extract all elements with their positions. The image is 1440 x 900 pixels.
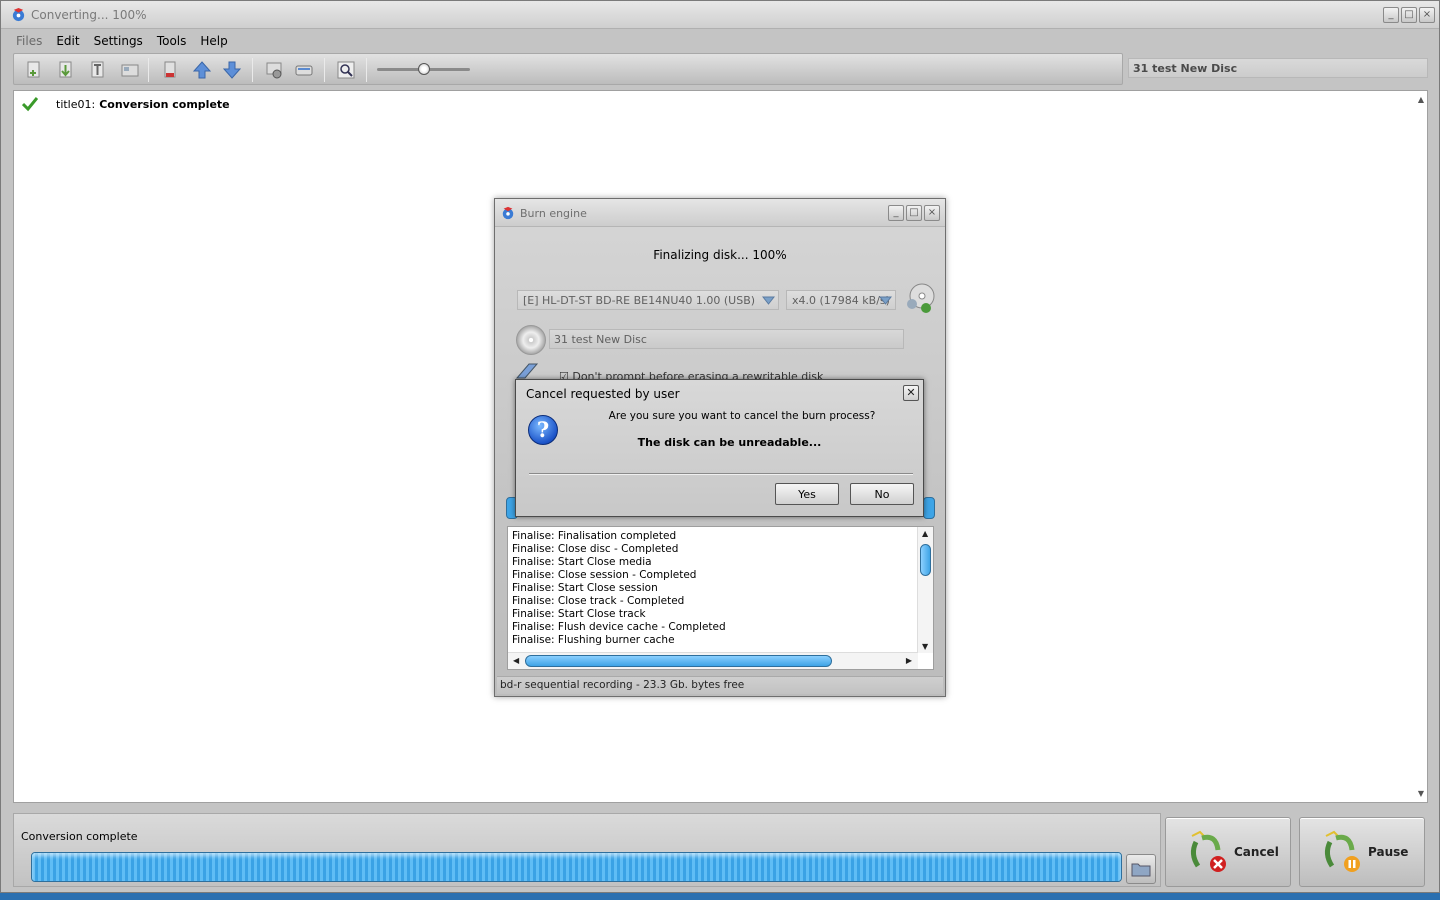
burn-progress-text: Finalizing disk... 100% <box>653 248 787 262</box>
log-line: Finalise: Close track - Completed <box>512 595 685 607</box>
scroll-down-arrow-icon[interactable]: ▼ <box>922 642 928 651</box>
remove-icon <box>164 61 176 78</box>
burn-progress-bar-right <box>923 497 935 519</box>
close-button[interactable]: × <box>1419 7 1435 23</box>
import-icon <box>59 61 72 78</box>
disc-status: bd-r sequential recording - 23.3 Gb. byt… <box>497 676 943 694</box>
log-line: Finalise: Flush device cache - Completed <box>512 621 726 633</box>
maximize-button[interactable]: □ <box>1401 7 1417 23</box>
checkmark-icon <box>22 97 38 112</box>
cancel-confirm-dialog: Cancel requested by user ✕ ? Are you sur… <box>515 379 924 517</box>
confirm-warning: The disk can be unreadable... <box>637 436 822 449</box>
confirm-close-button[interactable]: ✕ <box>903 385 919 401</box>
app-icon <box>502 206 514 220</box>
toolbar <box>13 53 1123 85</box>
burn-close-button[interactable]: × <box>924 205 940 221</box>
chevron-down-icon <box>762 296 775 305</box>
speed-select[interactable]: x4.0 (17984 kB/s) <box>786 290 896 310</box>
scroll-right-arrow-icon[interactable]: ▶ <box>906 656 912 665</box>
move-down-icon <box>222 61 242 79</box>
log-vertical-thumb[interactable] <box>920 544 931 576</box>
log-line: Finalise: Close disc - Completed <box>512 543 679 555</box>
disc-name-field[interactable]: 31 test New Disc <box>1128 58 1428 78</box>
log-line: Finalise: Start Close track <box>512 608 646 620</box>
burn-maximize-button[interactable]: □ <box>906 205 922 221</box>
chevron-down-icon <box>879 296 892 305</box>
conversion-status: Conversion complete <box>21 830 138 843</box>
burn-minimize-button[interactable]: _ <box>888 205 904 221</box>
cancel-convert-icon <box>1190 830 1226 872</box>
folder-icon <box>1131 863 1151 877</box>
window-title: Converting... 100% <box>31 8 147 22</box>
speed-select-value: x4.0 (17984 kB/s) <box>792 294 890 307</box>
scroll-left-arrow-icon[interactable]: ◀ <box>513 656 519 665</box>
confirm-dialog-title: Cancel requested by user <box>526 387 680 401</box>
project-settings-button[interactable] <box>262 58 286 82</box>
yes-button[interactable]: Yes <box>775 483 839 505</box>
log-line: Finalise: Finalisation completed <box>512 530 677 542</box>
drive-info-icon[interactable] <box>902 282 936 316</box>
title-bar: Converting... 100% _ □ × <box>1 1 1439 29</box>
move-up-button[interactable] <box>190 58 214 82</box>
add-menu-button[interactable] <box>118 58 142 82</box>
burn-dialog-title: Burn engine <box>520 207 587 220</box>
question-icon: ? <box>528 415 558 445</box>
log-line: Finalise: Close session - Completed <box>512 569 697 581</box>
log-horizontal-scrollbar[interactable]: ◀ ▶ <box>508 652 918 669</box>
scroll-up-arrow-icon[interactable]: ▲ <box>1418 95 1424 104</box>
cancel-button[interactable]: Cancel <box>1165 817 1291 887</box>
drive-select[interactable]: [E] HL-DT-ST BD-RE BE14NU40 1.00 (USB) <box>517 290 779 310</box>
add-title-button[interactable] <box>86 58 110 82</box>
cancel-label: Cancel <box>1234 845 1279 859</box>
log-vertical-scrollbar[interactable]: ▲ ▼ <box>917 527 933 653</box>
conversion-progress-fill <box>32 853 1121 881</box>
add-menu-icon <box>121 64 139 77</box>
move-down-button[interactable] <box>220 58 244 82</box>
confirm-message: Are you sure you want to cancel the burn… <box>608 410 876 422</box>
menu-bar: Files Edit Settings Tools Help <box>1 30 1439 52</box>
settings-icon <box>266 62 282 79</box>
log-horizontal-thumb[interactable] <box>525 655 832 667</box>
menu-files[interactable]: Files <box>16 34 49 48</box>
log-line: Finalise: Start Close media <box>512 556 652 568</box>
add-file-button[interactable] <box>22 58 46 82</box>
zoom-slider-thumb[interactable] <box>418 63 430 75</box>
minimize-button[interactable]: _ <box>1383 7 1399 23</box>
burn-icon <box>295 65 313 76</box>
menu-settings[interactable]: Settings <box>94 34 150 48</box>
remove-button[interactable] <box>158 58 182 82</box>
burn-dialog-title-bar: Burn engine _ □ × <box>495 199 945 227</box>
disc-icon <box>516 325 546 355</box>
pause-label: Pause <box>1368 845 1409 859</box>
add-file-icon <box>27 61 40 78</box>
burn-button[interactable] <box>292 58 316 82</box>
log-line: Finalise: Flushing burner cache <box>512 634 675 646</box>
import-button[interactable] <box>54 58 78 82</box>
move-up-icon <box>192 61 212 79</box>
menu-help[interactable]: Help <box>200 34 234 48</box>
drive-select-value: [E] HL-DT-ST BD-RE BE14NU40 1.00 (USB) <box>523 294 756 307</box>
log-line: Finalise: Start Close session <box>512 582 658 594</box>
preview-button[interactable] <box>334 58 358 82</box>
open-output-folder-button[interactable] <box>1126 854 1156 884</box>
menu-edit[interactable]: Edit <box>56 34 86 48</box>
scroll-up-arrow-icon[interactable]: ▲ <box>922 529 928 538</box>
app-icon <box>12 7 25 22</box>
pause-button[interactable]: Pause <box>1299 817 1425 887</box>
scroll-down-arrow-icon[interactable]: ▼ <box>1418 789 1424 798</box>
title-name: title01: <box>56 97 96 111</box>
preview-icon <box>337 61 355 79</box>
burn-log[interactable]: Finalise: Finalisation completed Finalis… <box>507 526 934 670</box>
list-item[interactable]: title01: Conversion complete <box>22 96 230 112</box>
disc-label-field[interactable]: 31 test New Disc <box>549 329 904 349</box>
no-button[interactable]: No <box>850 483 914 505</box>
erase-icon <box>515 363 539 379</box>
pause-convert-icon <box>1324 830 1360 872</box>
status-panel: Conversion complete <box>13 813 1161 887</box>
conversion-progress-bar <box>31 852 1122 882</box>
add-title-icon <box>91 61 104 78</box>
menu-tools[interactable]: Tools <box>157 34 194 48</box>
title-status: Conversion complete <box>99 97 230 111</box>
confirm-divider <box>529 473 913 475</box>
